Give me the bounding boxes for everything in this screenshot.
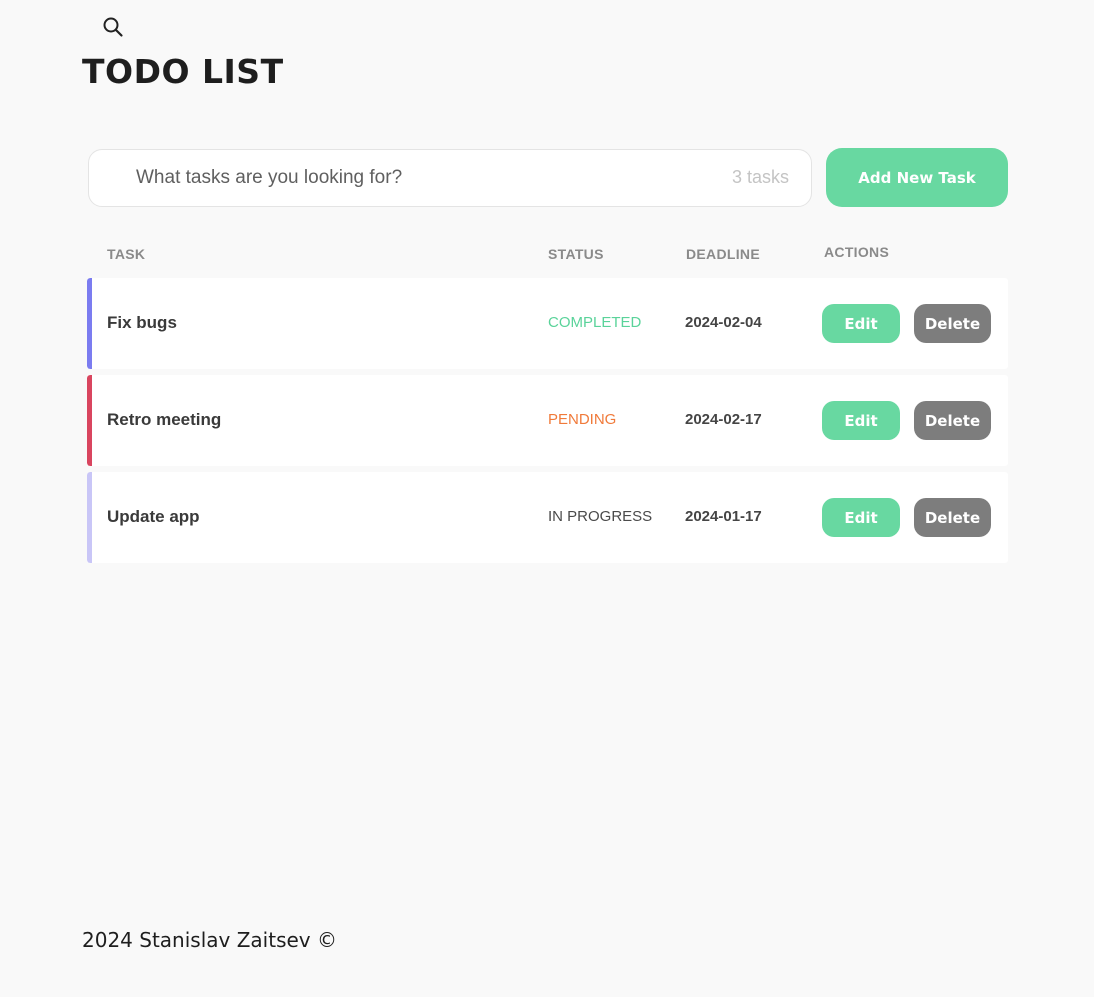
edit-button[interactable]: Edit xyxy=(822,498,900,537)
task-name: Retro meeting xyxy=(107,410,222,429)
row-accent-bar xyxy=(87,375,92,466)
page-title: TODO LIST xyxy=(82,52,284,91)
delete-button[interactable]: Delete xyxy=(914,304,991,343)
task-deadline: 2024-02-17 xyxy=(685,411,762,428)
status-badge: PENDING xyxy=(548,411,617,428)
row-accent-bar xyxy=(87,278,92,369)
column-header-status: STATUS xyxy=(548,246,604,262)
column-header-task: TASK xyxy=(107,246,146,262)
status-badge: IN PROGRESS xyxy=(548,508,653,525)
task-name: Update app xyxy=(107,507,200,526)
todo-app: TODO LIST 3 tasks Add New Task TASK STAT… xyxy=(0,0,1094,997)
search-icon xyxy=(103,17,123,37)
add-task-button[interactable]: Add New Task xyxy=(826,148,1008,207)
task-deadline: 2024-01-17 xyxy=(685,508,762,525)
table-row: Fix bugs COMPLETED 2024-02-04 Edit Delet… xyxy=(87,278,1008,369)
delete-button[interactable]: Delete xyxy=(914,401,991,440)
search-box[interactable]: 3 tasks xyxy=(88,149,812,207)
row-accent-bar xyxy=(87,472,92,563)
delete-button[interactable]: Delete xyxy=(914,498,991,537)
column-header-deadline: DEADLINE xyxy=(686,246,760,262)
task-name: Fix bugs xyxy=(107,313,177,332)
column-header-actions: ACTIONS xyxy=(824,244,890,260)
task-deadline: 2024-02-04 xyxy=(685,314,762,331)
footer-copyright: 2024 Stanislav Zaitsev © xyxy=(82,928,337,952)
search-input[interactable] xyxy=(136,160,716,196)
table-row: Retro meeting PENDING 2024-02-17 Edit De… xyxy=(87,375,1008,466)
edit-button[interactable]: Edit xyxy=(822,401,900,440)
table-row: Update app IN PROGRESS 2024-01-17 Edit D… xyxy=(87,472,1008,563)
task-count: 3 tasks xyxy=(731,167,789,187)
status-badge: COMPLETED xyxy=(548,314,642,331)
edit-button[interactable]: Edit xyxy=(822,304,900,343)
